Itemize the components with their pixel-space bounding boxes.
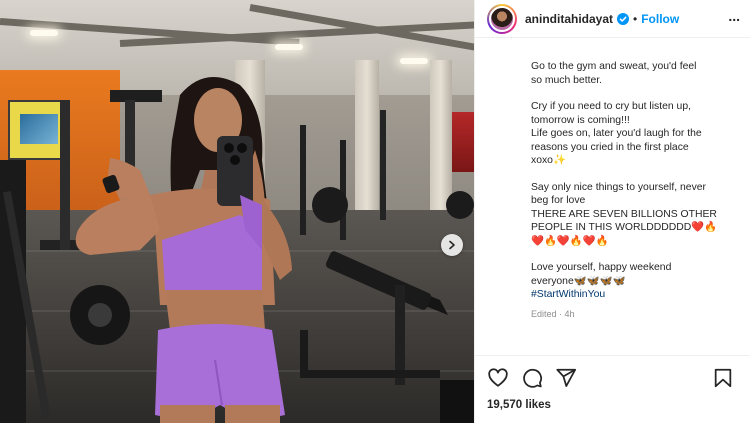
bookmark-icon[interactable]	[712, 367, 734, 389]
follow-button[interactable]: Follow	[641, 12, 679, 26]
username-link[interactable]: aninditahidayat	[525, 12, 613, 26]
avatar[interactable]	[487, 3, 517, 34]
chevron-right-icon	[449, 240, 455, 250]
caption-paragraph: Cry if you need to cry but listen up, to…	[531, 101, 702, 166]
post-photo	[0, 0, 474, 423]
carousel-next-button[interactable]	[441, 234, 463, 256]
caption-paragraph: Love yourself, happy weekend everyone🦋🦋🦋…	[531, 261, 736, 302]
post-header: aninditahidayat • Follow ...	[475, 0, 750, 38]
hashtag-link[interactable]: #StartWithinYou	[531, 288, 736, 302]
edited-timestamp: Edited · 4h	[531, 308, 575, 319]
caption-paragraph: Say only nice things to yourself, never …	[531, 181, 718, 247]
like-count[interactable]: 19,570 likes	[475, 399, 750, 423]
header-separator: •	[633, 11, 638, 26]
post-caption: Go to the gym and sweat, you'd feel so m…	[475, 38, 750, 355]
more-options-button[interactable]: ...	[728, 8, 740, 30]
instagram-post-modal: aninditahidayat • Follow ... Go to the g…	[0, 0, 750, 423]
person-mirror-selfie	[75, 77, 292, 423]
verified-badge-icon	[617, 12, 630, 25]
post-sidebar: aninditahidayat • Follow ... Go to the g…	[474, 0, 750, 423]
comment-icon[interactable]	[521, 367, 543, 389]
caption-paragraph: Go to the gym and sweat, you'd feel so m…	[531, 61, 697, 86]
heart-icon[interactable]	[487, 367, 509, 389]
share-icon[interactable]	[555, 367, 577, 389]
action-bar	[475, 355, 750, 399]
